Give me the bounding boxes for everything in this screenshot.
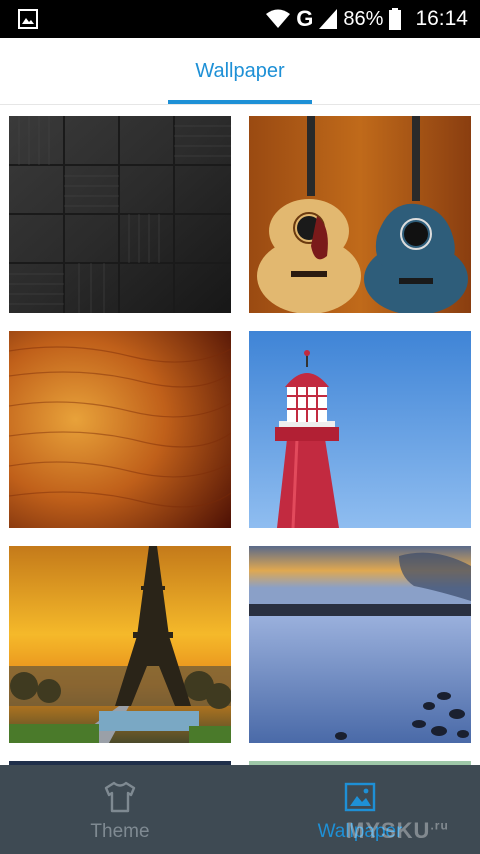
- image-icon: [344, 782, 376, 812]
- wallpaper-grid: [0, 105, 480, 765]
- status-bar: G 86% 16:14: [0, 0, 480, 38]
- wallpaper-thumbnail-dark-wood[interactable]: [9, 116, 231, 313]
- watermark: MYSKU.ru: [346, 818, 449, 843]
- wallpaper-thumbnail-eiffel-tower[interactable]: [9, 546, 231, 743]
- wallpaper-thumbnail-guitars[interactable]: [249, 116, 471, 313]
- nav-theme-label: Theme: [90, 821, 150, 842]
- wallpaper-thumbnail-lighthouse[interactable]: [249, 331, 471, 528]
- image-notification-icon: [18, 9, 38, 29]
- battery-icon: [389, 8, 402, 30]
- launcher-wallpaper-screen: G 86% 16:14 Wallpaper Theme Wallpaper MY…: [0, 0, 480, 854]
- battery-percent: 86%: [343, 7, 384, 30]
- tshirt-icon: [104, 781, 136, 813]
- signal-icon: [319, 9, 338, 29]
- tab-header: Wallpaper: [0, 38, 480, 105]
- nav-theme[interactable]: Theme: [0, 765, 240, 854]
- wifi-icon: [266, 9, 291, 28]
- clock: 16:14: [415, 7, 468, 30]
- tab-indicator: [168, 100, 312, 104]
- status-indicators: G 86% 16:14: [266, 0, 468, 38]
- wallpaper-thumbnail-amber-wood[interactable]: [9, 331, 231, 528]
- tab-wallpaper[interactable]: Wallpaper: [0, 60, 480, 83]
- network-type-text: G: [296, 6, 314, 31]
- wallpaper-thumbnail-lake[interactable]: [249, 546, 471, 743]
